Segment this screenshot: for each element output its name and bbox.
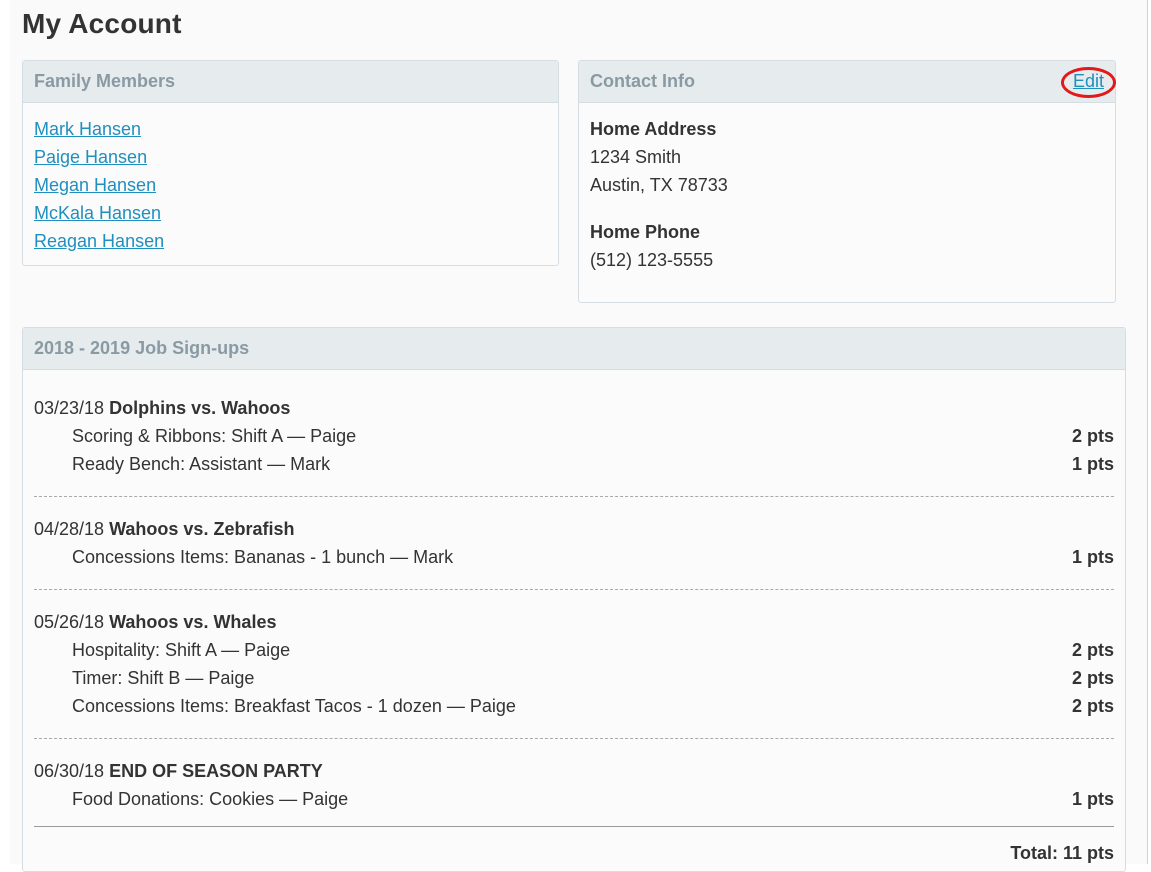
event-name: Dolphins vs. Wahoos	[109, 398, 291, 418]
address-line-1: 1234 Smith	[590, 147, 682, 167]
contact-info-panel: Contact Info Edit Home Address 1234 Smit…	[578, 60, 1116, 303]
event-block: 04/28/18 Wahoos vs. Zebrafish Concession…	[34, 515, 1114, 590]
job-label: Ready Bench: Assistant — Mark	[72, 454, 331, 474]
job-points: 2 pts	[1071, 696, 1114, 716]
event-date: 05/26/18	[34, 612, 105, 632]
job-row: Timer: Shift B — Paige 2 pts	[34, 664, 1114, 692]
job-row: Concessions Items: Breakfast Tacos - 1 d…	[34, 692, 1114, 720]
event-title: 04/28/18 Wahoos vs. Zebrafish	[34, 515, 1114, 543]
job-signups-panel: 2018 - 2019 Job Sign-ups 03/23/18 Dolphi…	[22, 327, 1126, 872]
job-label: Scoring & Ribbons: Shift A — Paige	[72, 426, 357, 446]
family-members-panel: Family Members Mark Hansen Paige Hansen …	[22, 60, 559, 266]
family-members-heading: Family Members	[23, 61, 558, 103]
home-phone-value: (512) 123-5555	[590, 250, 714, 270]
job-label: Hospitality: Shift A — Paige	[72, 640, 291, 660]
job-row: Concessions Items: Bananas - 1 bunch — M…	[34, 543, 1114, 571]
event-date: 06/30/18	[34, 761, 105, 781]
event-date: 03/23/18	[34, 398, 105, 418]
contact-info-heading-label: Contact Info	[590, 71, 695, 91]
event-title: 03/23/18 Dolphins vs. Wahoos	[34, 394, 1114, 422]
job-points: 2 pts	[1071, 640, 1114, 660]
family-member-link[interactable]: Megan Hansen	[34, 175, 156, 195]
job-row: Scoring & Ribbons: Shift A — Paige 2 pts	[34, 422, 1114, 450]
job-row: Food Donations: Cookies — Paige 1 pts	[34, 785, 1114, 813]
family-member-link[interactable]: Mark Hansen	[34, 119, 141, 139]
list-item: Megan Hansen	[34, 171, 547, 199]
event-name: Wahoos vs. Zebrafish	[109, 519, 295, 539]
job-row: Hospitality: Shift A — Paige 2 pts	[34, 636, 1114, 664]
address-line-2: Austin, TX 78733	[590, 175, 728, 195]
event-title: 05/26/18 Wahoos vs. Whales	[34, 608, 1114, 636]
event-block: 06/30/18 END OF SEASON PARTY Food Donati…	[34, 757, 1114, 827]
job-points: 2 pts	[1071, 426, 1114, 446]
event-block: 05/26/18 Wahoos vs. Whales Hospitality: …	[34, 608, 1114, 739]
event-block: 03/23/18 Dolphins vs. Wahoos Scoring & R…	[34, 394, 1114, 497]
window-edge	[1147, 0, 1151, 864]
job-row: Ready Bench: Assistant — Mark 1 pts	[34, 450, 1114, 478]
home-phone-label: Home Phone	[590, 222, 701, 242]
list-item: Mark Hansen	[34, 115, 547, 143]
job-points: 1 pts	[1071, 547, 1114, 567]
event-title: 06/30/18 END OF SEASON PARTY	[34, 757, 1114, 785]
job-points: 1 pts	[1071, 454, 1114, 474]
page-title: My Account	[22, 8, 182, 39]
family-member-link[interactable]: Paige Hansen	[34, 147, 147, 167]
job-points: 2 pts	[1071, 668, 1114, 688]
edit-contact-link[interactable]: Edit	[1073, 61, 1104, 102]
list-item: Paige Hansen	[34, 143, 547, 171]
job-label: Concessions Items: Bananas - 1 bunch — M…	[72, 547, 454, 567]
job-points: 1 pts	[1071, 789, 1114, 809]
job-signups-heading: 2018 - 2019 Job Sign-ups	[23, 328, 1125, 370]
event-name: Wahoos vs. Whales	[109, 612, 277, 632]
job-label: Food Donations: Cookies — Paige	[72, 789, 349, 809]
family-member-link[interactable]: Reagan Hansen	[34, 231, 164, 251]
job-signups-body: 03/23/18 Dolphins vs. Wahoos Scoring & R…	[23, 370, 1125, 867]
home-address-label: Home Address	[590, 119, 717, 139]
contact-info-heading: Contact Info Edit	[579, 61, 1115, 103]
event-name: END OF SEASON PARTY	[109, 761, 323, 781]
list-item: Reagan Hansen	[34, 227, 547, 255]
family-member-link[interactable]: McKala Hansen	[34, 203, 161, 223]
contact-info-body: Home Address 1234 Smith Austin, TX 78733…	[579, 103, 1115, 274]
family-member-list: Mark Hansen Paige Hansen Megan Hansen Mc…	[23, 103, 558, 255]
points-total: Total: 11 pts	[1010, 843, 1114, 863]
event-date: 04/28/18	[34, 519, 105, 539]
job-label: Concessions Items: Breakfast Tacos - 1 d…	[72, 696, 516, 716]
list-item: McKala Hansen	[34, 199, 547, 227]
job-label: Timer: Shift B — Paige	[72, 668, 255, 688]
